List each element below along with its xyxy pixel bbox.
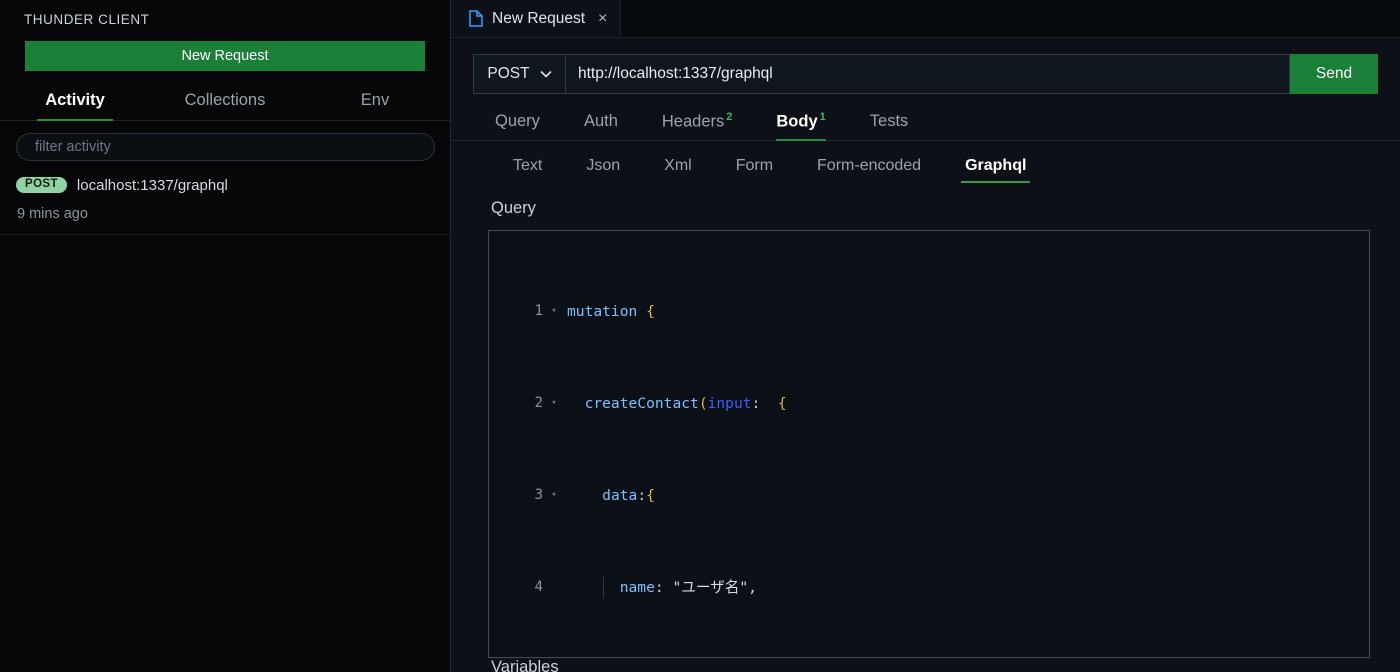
code-line: mutation { [567, 303, 655, 320]
new-request-wrap: New Request [0, 36, 450, 71]
send-button[interactable]: Send [1290, 54, 1378, 94]
line-number: 1 [534, 303, 543, 319]
tab-body-label: Body [776, 112, 818, 130]
method-value: POST [487, 65, 530, 82]
code-row: 3 ▾ data:{ [489, 484, 1369, 507]
tab-query[interactable]: Query [473, 112, 562, 140]
code-content[interactable]: 1 ▾ mutation { 2 ▾ createContact(input: { 3… [489, 231, 1369, 657]
fold-spacer: · [547, 576, 561, 599]
main-panel: New Request × POST Send Query [451, 0, 1400, 672]
sidebar-tabs: Activity Collections Env [0, 77, 450, 121]
tabstrip-empty-area [621, 0, 1400, 37]
body-tab-form[interactable]: Form [714, 157, 795, 183]
tab-label: New Request [492, 9, 586, 27]
code-row: 2 ▾ createContact(input: { [489, 392, 1369, 415]
file-icon [469, 10, 483, 27]
document-tabstrip: New Request × [451, 0, 1400, 38]
tab-query-label: Query [495, 112, 540, 130]
fold-toggle-icon[interactable]: ▾ [547, 484, 561, 507]
tab-body-badge: 1 [819, 110, 826, 123]
http-method-select[interactable]: POST [473, 54, 565, 94]
tab-headers-label: Headers [661, 112, 725, 130]
filter-activity-input[interactable] [16, 133, 435, 161]
tab-body[interactable]: Body 1 [754, 111, 847, 141]
activity-item-timestamp: 9 mins ago [17, 206, 88, 222]
line-number: 3 [534, 487, 543, 503]
tab-headers-badge: 2 [726, 110, 733, 123]
body-tab-xml[interactable]: Xml [642, 157, 714, 183]
graphql-query-editor[interactable]: 1 ▾ mutation { 2 ▾ createContact(input: { 3… [488, 230, 1370, 658]
tab-tests[interactable]: Tests [848, 112, 931, 140]
tab-new-request[interactable]: New Request × [451, 0, 622, 37]
sidebar-tab-activity[interactable]: Activity [0, 91, 150, 120]
sidebar-tab-collections[interactable]: Collections [150, 91, 300, 120]
fold-toggle-icon[interactable]: ▾ [547, 392, 561, 415]
code-row: 1 ▾ mutation { [489, 300, 1369, 323]
body-tab-text[interactable]: Text [491, 157, 564, 183]
thunder-client-app: THUNDER CLIENT New Request Activity Coll… [0, 0, 1400, 672]
body-tab-json[interactable]: Json [564, 157, 642, 183]
filter-activity-wrap [0, 121, 450, 161]
line-number: 2 [534, 395, 543, 411]
variables-section-label: Variables [491, 658, 559, 672]
code-line: createContact(input: { [584, 395, 787, 412]
activity-item-row: POST localhost:1337/graphql [16, 173, 450, 197]
code-line: name: "ユーザ名", [561, 576, 1369, 599]
close-icon[interactable]: × [598, 10, 607, 27]
chevron-down-icon [540, 70, 552, 78]
activity-list: POST localhost:1337/graphql 9 mins ago [0, 173, 450, 235]
tab-headers[interactable]: Headers 2 [640, 111, 755, 141]
query-section-label: Query [491, 199, 536, 217]
code-row: 4· name: "ユーザ名", [489, 576, 1369, 599]
status-badge: POST [16, 176, 67, 194]
sidebar-tab-env[interactable]: Env [300, 91, 450, 120]
tab-auth-label: Auth [583, 112, 618, 130]
activity-list-item[interactable]: POST localhost:1337/graphql 9 mins ago [0, 173, 450, 235]
tab-tests-label: Tests [869, 112, 909, 130]
request-tabs: Query Auth Headers 2 Body 1 Tests [451, 94, 1400, 141]
sidebar-title: THUNDER CLIENT [24, 12, 150, 27]
code-line: data:{ [602, 487, 655, 504]
tab-auth[interactable]: Auth [562, 112, 640, 140]
url-input[interactable] [565, 54, 1290, 94]
body-tab-graphql[interactable]: Graphql [943, 157, 1048, 183]
activity-item-url: localhost:1337/graphql [76, 176, 228, 194]
url-bar: POST Send [451, 38, 1400, 94]
body-type-tabs: Text Json Xml Form Form-encoded Graphql [451, 141, 1400, 183]
sidebar: THUNDER CLIENT New Request Activity Coll… [0, 0, 451, 672]
body-tab-form-encoded[interactable]: Form-encoded [795, 157, 943, 183]
line-number: 4 [534, 579, 543, 595]
fold-toggle-icon[interactable]: ▾ [547, 300, 561, 323]
new-request-button[interactable]: New Request [25, 41, 425, 71]
